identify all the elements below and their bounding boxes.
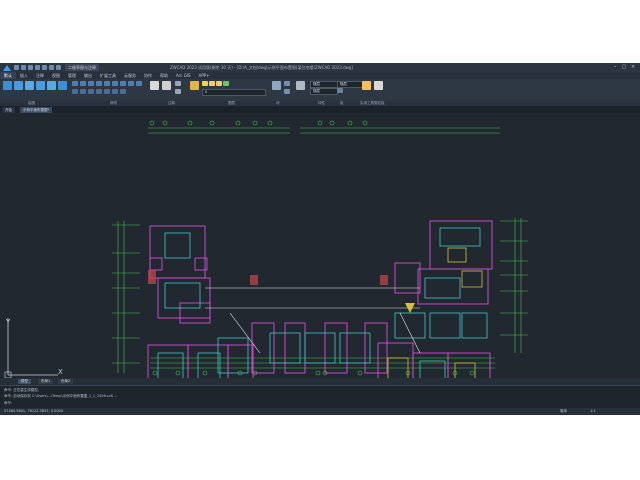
layer-lock-icon[interactable] [216,81,222,86]
close-button[interactable]: × [630,64,636,70]
floor-plan-drawing: Y X [4,120,528,378]
create-block-icon[interactable] [284,81,290,86]
title-bar: 二维草图与注释 ZWCAD 2023 试用版(剩余 30 天) - [D:\A_… [0,63,640,72]
tab-insert[interactable]: 插入 [16,72,32,79]
annotation-scale[interactable]: 1:1 [590,409,596,414]
circle-tool-icon[interactable] [25,81,34,90]
save-icon[interactable] [28,65,33,70]
stretch-icon[interactable] [120,81,126,86]
minimize-button[interactable]: – [612,64,618,70]
layer-on-icon[interactable] [202,81,208,86]
left-wing-rooms [157,232,371,378]
app-logo-icon [3,64,11,71]
layout-tab-2[interactable]: 布局2 [58,379,74,384]
workspace-selector[interactable]: 二维草图与注释 [65,64,99,71]
maximize-button[interactable]: □ [621,64,627,70]
array-icon[interactable] [136,81,142,86]
tab-arcgis[interactable]: Arc GIS [172,72,195,79]
rotate-icon[interactable] [80,81,86,86]
tab-default[interactable]: 默认 [0,72,16,79]
tab-cloud[interactable]: 云服务 [120,72,140,79]
tab-manage[interactable]: 管理 [64,72,80,79]
move-icon[interactable] [72,81,78,86]
leader-icon[interactable] [175,81,181,86]
ucs-x-label: X [58,368,63,376]
cursor-coordinates: 57480.5601, 78122.3853, 0.0000 [4,409,64,413]
scale-icon[interactable] [128,81,134,86]
tab-annotate[interactable]: 注释 [32,72,48,79]
lineweight-combo[interactable]: 随层 [337,81,363,88]
break-icon[interactable] [104,89,110,94]
new-file-icon[interactable] [14,65,19,70]
print-icon[interactable] [42,65,47,70]
chamfer-icon[interactable] [120,89,126,94]
explode-icon[interactable] [80,89,86,94]
insert-block-icon[interactable] [272,81,281,90]
layer-combo[interactable]: 0 [202,89,266,96]
text-tool-icon[interactable] [150,81,159,90]
rectangle-tool-icon[interactable] [47,81,56,90]
tab-extensions[interactable]: 扩展工具 [96,72,120,79]
command-prompt[interactable]: 命令: [4,401,12,406]
fillet-icon[interactable] [112,81,118,86]
dimension-tool-icon[interactable] [162,81,171,90]
command-history-line-1: 命令: 正在重生成模型。 [4,388,42,392]
redo-icon[interactable] [56,65,61,70]
hatch-tool-icon[interactable] [58,81,67,90]
undo-icon[interactable] [49,65,54,70]
drawing-canvas[interactable]: Y X [0,113,640,378]
extend-icon[interactable] [96,89,102,94]
side-dimension-lines [112,218,528,373]
table-icon[interactable] [175,89,181,94]
measure-icon[interactable] [362,81,371,90]
mirror-icon[interactable] [104,81,110,86]
document-tab-bar: 开始 示例平面布置图* [0,106,640,113]
offset-icon[interactable] [88,89,94,94]
save-as-icon[interactable] [35,65,40,70]
ribbon-tab-bar: 默认 插入 注释 视图 管理 输出 扩展工具 云服务 协作 帮助 Arc GIS… [0,72,640,79]
line-tool-icon[interactable] [3,81,12,90]
right-wing-walls [377,220,493,378]
tab-app[interactable]: APP+ [195,72,214,79]
layout-tab-1[interactable]: 布局1 [38,379,54,384]
trim-icon[interactable] [88,81,94,86]
layer-freeze-icon[interactable] [209,81,215,86]
linetype-combo[interactable]: 随层 [310,88,338,95]
edit-block-icon[interactable] [284,89,290,94]
color-combo[interactable]: 随层 [310,81,338,88]
copy-icon[interactable] [96,81,102,86]
top-dimension-lines [148,127,500,369]
ucs-y-label: Y [5,318,11,326]
cad-application-window: 二维草图与注释 ZWCAD 2023 试用版(剩余 30 天) - [D:\A_… [0,63,640,415]
layer-color-icon[interactable] [223,81,229,86]
layer-properties-icon[interactable] [190,81,199,90]
left-wing-walls [147,225,388,378]
tab-output[interactable]: 输出 [80,72,96,79]
erase-icon[interactable] [72,89,78,94]
match-properties-icon[interactable] [296,81,305,90]
open-file-icon[interactable] [21,65,26,70]
ucs-icon: Y X [4,318,63,378]
tab-help[interactable]: 帮助 [156,72,172,79]
arc-tool-icon[interactable] [36,81,45,90]
layout-tab-bar: 模型 布局1 布局2 [0,378,640,385]
ribbon-panel: 0 随层 随层 随层 [0,79,640,101]
window-title: ZWCAD 2023 试用版(剩余 30 天) - [D:\A_文档\dwg\示… [170,65,353,70]
paste-icon[interactable] [374,81,383,90]
tab-collab[interactable]: 协作 [140,72,156,79]
group-icon[interactable] [337,88,343,93]
status-bar: 57480.5601, 78122.3853, 0.0000 毫米 1:1 [0,408,640,415]
units-indicator[interactable]: 毫米 [560,409,567,414]
command-history-line-2: 命令: 自动保存到 C:\Users\...\Temp\示例平面布置图_1_1_… [4,394,118,398]
polyline-tool-icon[interactable] [14,81,23,90]
join-icon[interactable] [112,89,118,94]
tab-view[interactable]: 视图 [48,72,64,79]
layout-tab-model[interactable]: 模型 [18,379,31,384]
